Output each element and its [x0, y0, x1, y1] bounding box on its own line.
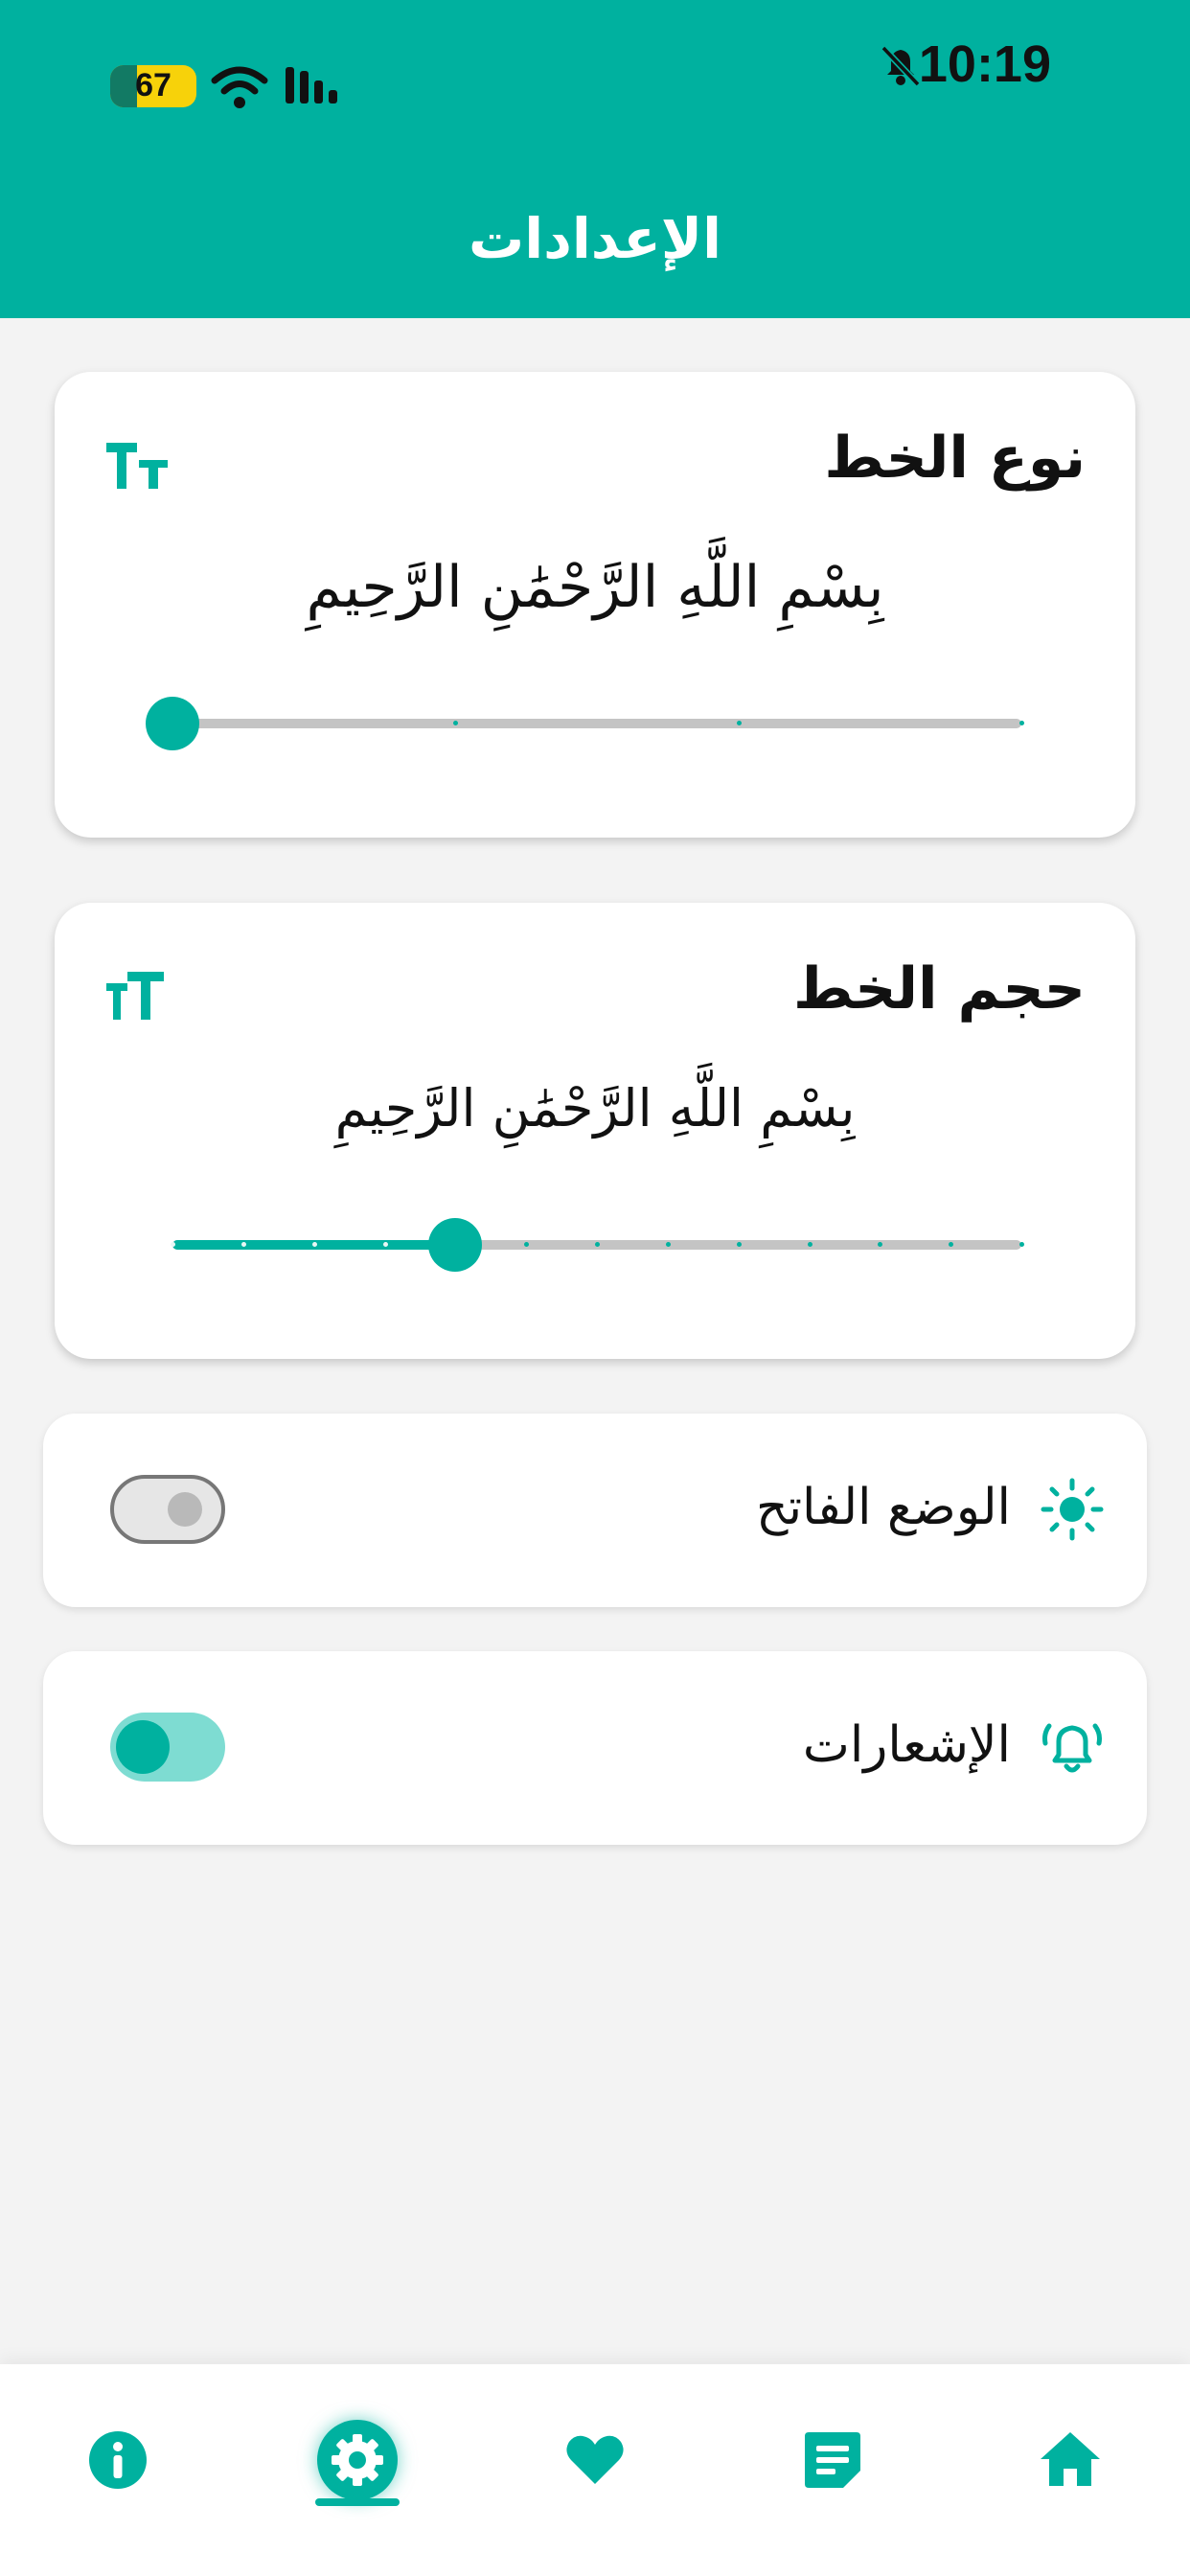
font-type-sample: بِسْمِ اللَّهِ الرَّحْمَٰنِ الرَّحِيمِ	[306, 554, 884, 621]
slider-tick	[382, 1242, 388, 1247]
app-header: 67 10:19 الإعدادات	[0, 0, 1190, 318]
font-size-title: حجم الخط	[792, 955, 1086, 1023]
toggle-knob	[116, 1720, 170, 1774]
nav-info[interactable]	[60, 2403, 175, 2518]
page-title: الإعدادات	[468, 206, 721, 271]
info-icon	[89, 2431, 147, 2489]
font-size-slider[interactable]	[171, 1218, 1024, 1272]
notes-icon	[805, 2432, 860, 2488]
battery-indicator: 67	[110, 65, 196, 107]
bell-ring-icon	[1042, 1723, 1102, 1773]
slider-tick	[736, 1242, 742, 1247]
slider-tick	[1019, 721, 1024, 725]
font-size-card: حجم الخط بِسْمِ اللَّهِ الرَّحْمَٰنِ الر…	[55, 903, 1135, 1359]
slider-tick	[736, 721, 742, 725]
slider-tick	[311, 1242, 317, 1247]
nav-active-indicator	[315, 2498, 400, 2506]
bell-off-icon	[881, 45, 921, 87]
bottom-navigation	[0, 2364, 1190, 2576]
slider-thumb[interactable]	[428, 1218, 483, 1272]
slider-tick	[1019, 1242, 1024, 1247]
text-size-icon	[106, 972, 164, 1020]
slider-tick	[240, 1242, 246, 1247]
light-mode-toggle[interactable]	[110, 1475, 225, 1544]
slider-thumb[interactable]	[146, 697, 199, 750]
slider-tick	[171, 1242, 175, 1247]
text-format-icon	[106, 443, 168, 489]
slider-tick	[665, 1242, 671, 1247]
font-size-sample: بِسْمِ اللَّهِ الرَّحْمَٰنِ الرَّحِيمِ	[334, 1078, 856, 1138]
light-mode-label: الوضع الفاتح	[756, 1479, 1011, 1536]
slider-tick	[595, 1242, 600, 1247]
status-time: 10:19	[918, 35, 1051, 93]
light-mode-row[interactable]: الوضع الفاتح	[43, 1414, 1147, 1607]
notifications-label: الإشعارات	[802, 1716, 1011, 1774]
sun-icon	[1041, 1478, 1104, 1541]
toggle-knob	[168, 1492, 202, 1527]
wifi-icon	[211, 66, 268, 108]
nav-favorites[interactable]	[538, 2403, 652, 2518]
nav-home[interactable]	[1013, 2403, 1128, 2518]
font-type-card: نوع الخط بِسْمِ اللَّهِ الرَّحْمَٰنِ الر…	[55, 372, 1135, 838]
font-type-slider[interactable]	[146, 697, 1024, 750]
font-type-title: نوع الخط	[824, 425, 1086, 492]
settings-screen: 67 10:19 الإعدادات نوع الخط بِسْمِ اللَّ…	[0, 0, 1190, 2576]
signal-icon	[286, 67, 337, 104]
home-icon	[1041, 2432, 1100, 2486]
notifications-toggle[interactable]	[110, 1713, 225, 1782]
notifications-row[interactable]: الإشعارات	[43, 1651, 1147, 1845]
heart-icon	[566, 2435, 624, 2484]
slider-tick	[807, 1242, 812, 1247]
slider-track	[172, 719, 1021, 728]
battery-level: 67	[135, 67, 172, 104]
nav-notes[interactable]	[775, 2403, 890, 2518]
settings-icon	[332, 2434, 383, 2486]
